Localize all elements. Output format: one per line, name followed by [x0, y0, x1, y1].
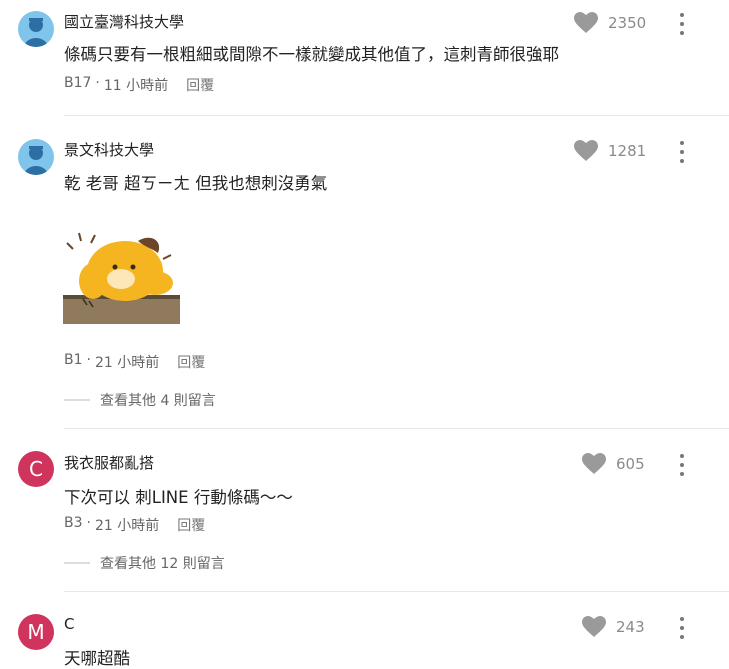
- reply-button[interactable]: 回覆: [177, 515, 205, 535]
- yellow-dog-sticker-icon[interactable]: [63, 219, 180, 324]
- more-options-button[interactable]: [676, 141, 688, 163]
- like-count: 1281: [608, 142, 647, 160]
- divider: [64, 115, 729, 116]
- reply-button[interactable]: 回覆: [177, 352, 205, 372]
- more-options-button[interactable]: [676, 13, 688, 35]
- meta-separator: ·: [95, 75, 100, 91]
- view-more-replies[interactable]: 查看其他 12 則留言: [64, 553, 225, 573]
- heart-icon: [574, 12, 598, 33]
- divider: [64, 591, 729, 592]
- avatar-letter: C: [29, 457, 43, 481]
- like-button[interactable]: 2350: [574, 12, 646, 34]
- floor-number: B1: [64, 352, 83, 368]
- floor-number: B17: [64, 75, 92, 91]
- more-replies-label: 查看其他 12 則留言: [100, 556, 225, 572]
- timestamp: 21 小時前: [94, 355, 160, 371]
- reply-line: [64, 562, 90, 564]
- comment-text: 天哪超酷: [64, 649, 130, 668]
- like-count: 2350: [608, 14, 647, 32]
- timestamp: 11 小時前: [103, 78, 169, 94]
- author-name[interactable]: 我衣服都亂搭: [64, 452, 154, 473]
- author-name[interactable]: C: [64, 615, 74, 633]
- more-options-button[interactable]: [676, 454, 688, 476]
- heart-icon: [574, 140, 598, 161]
- avatar[interactable]: M: [18, 614, 54, 650]
- school-avatar-icon: [24, 18, 48, 47]
- reply-line: [64, 399, 90, 401]
- school-avatar-icon: [24, 146, 48, 175]
- timestamp: 21 小時前: [94, 518, 160, 534]
- like-count: 605: [616, 455, 645, 473]
- divider: [64, 428, 729, 429]
- avatar[interactable]: [18, 11, 54, 47]
- view-more-replies[interactable]: 查看其他 4 則留言: [64, 390, 216, 410]
- meta-separator: ·: [86, 352, 91, 368]
- comment-text: 條碼只要有一根粗細或間隙不一樣就變成其他值了，這刺青師很強耶: [64, 45, 559, 64]
- more-replies-label: 查看其他 4 則留言: [100, 393, 216, 409]
- comment-text: 乾 老哥 超ㄎㄧㄤ 但我也想刺沒勇氣: [64, 174, 328, 193]
- comment-meta: B17 · 11 小時前 回覆: [64, 75, 214, 95]
- comment-meta: B1 · 21 小時前 回覆: [64, 352, 205, 372]
- comment-text: 下次可以 刺LINE 行動條碼～～: [64, 488, 293, 507]
- avatar[interactable]: [18, 139, 54, 175]
- heart-icon: [582, 453, 606, 474]
- author-name[interactable]: 景文科技大學: [64, 139, 154, 160]
- like-count: 243: [616, 618, 645, 636]
- heart-icon: [582, 616, 606, 637]
- author-name[interactable]: 國立臺灣科技大學: [64, 11, 184, 32]
- like-button[interactable]: 243: [582, 616, 645, 638]
- avatar[interactable]: C: [18, 451, 54, 487]
- comment-meta: B3 · 21 小時前 回覆: [64, 515, 205, 535]
- like-button[interactable]: 1281: [574, 140, 646, 162]
- avatar-letter: M: [27, 620, 45, 644]
- more-options-button[interactable]: [676, 617, 688, 639]
- floor-number: B3: [64, 515, 83, 531]
- meta-separator: ·: [86, 515, 91, 531]
- reply-button[interactable]: 回覆: [186, 75, 214, 95]
- like-button[interactable]: 605: [582, 453, 645, 475]
